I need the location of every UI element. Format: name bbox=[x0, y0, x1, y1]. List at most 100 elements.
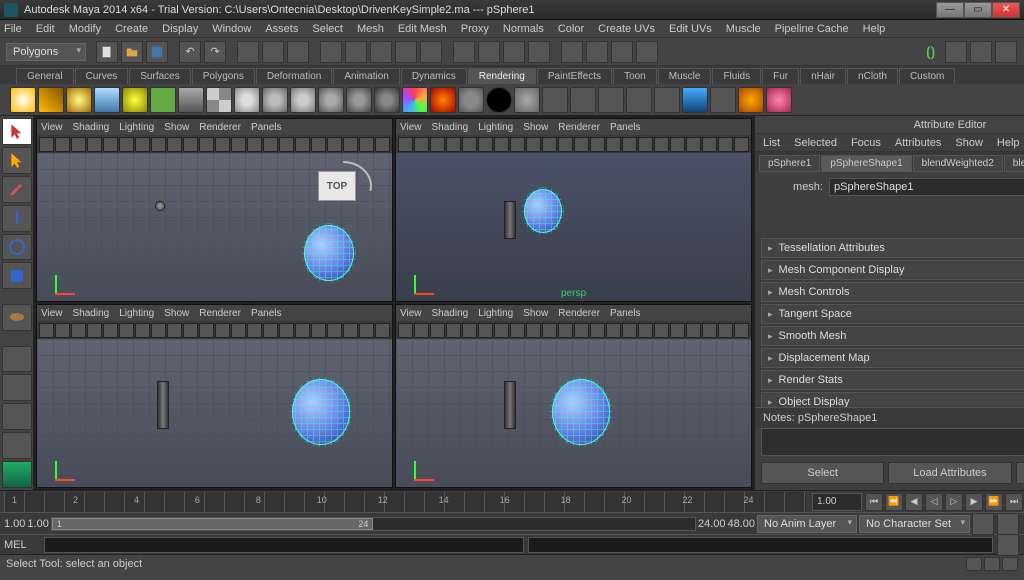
shelf-tab-nhair[interactable]: nHair bbox=[800, 68, 846, 84]
sphere-preview-3-icon[interactable] bbox=[290, 87, 316, 113]
vp-tool-icon[interactable] bbox=[167, 323, 182, 338]
vp-tool-icon[interactable] bbox=[638, 323, 653, 338]
vp-tool-icon[interactable] bbox=[151, 323, 166, 338]
menu-edit-uvs[interactable]: Edit UVs bbox=[669, 23, 712, 35]
maximize-button[interactable]: ▭ bbox=[964, 2, 992, 18]
vp-tool-icon[interactable] bbox=[247, 137, 262, 152]
sphere-preview-4-icon[interactable] bbox=[318, 87, 344, 113]
vp-menu-renderer[interactable]: Renderer bbox=[199, 122, 241, 133]
range-slider[interactable]: 124 bbox=[51, 517, 696, 531]
paint-select-tool[interactable] bbox=[2, 176, 32, 203]
vp-tool-icon[interactable] bbox=[103, 323, 118, 338]
menu-muscle[interactable]: Muscle bbox=[726, 23, 761, 35]
vp-tool-icon[interactable] bbox=[375, 323, 390, 338]
sidebar-toggle-1-icon[interactable] bbox=[945, 41, 967, 63]
ipr-icon[interactable] bbox=[503, 41, 525, 63]
shelf-tab-surfaces[interactable]: Surfaces bbox=[129, 68, 190, 84]
rewind-start-icon[interactable]: ⏮ bbox=[865, 493, 883, 511]
status-icon-1[interactable] bbox=[966, 557, 982, 571]
render-settings-icon[interactable] bbox=[528, 41, 550, 63]
new-scene-icon[interactable] bbox=[96, 41, 118, 63]
shader-icon[interactable] bbox=[178, 87, 204, 113]
snap-curve-icon[interactable] bbox=[345, 41, 367, 63]
vp-tool-icon[interactable] bbox=[263, 137, 278, 152]
vp-tool-icon[interactable] bbox=[574, 323, 589, 338]
vp-tool-icon[interactable] bbox=[103, 137, 118, 152]
range-playback-start-input[interactable]: 1.00 bbox=[27, 518, 48, 530]
ae-section-smooth-mesh[interactable]: Smooth Mesh bbox=[761, 326, 1024, 346]
vp-menu-show[interactable]: Show bbox=[523, 308, 548, 319]
ae-menu-attributes[interactable]: Attributes bbox=[895, 137, 941, 149]
vp-tool-icon[interactable] bbox=[446, 323, 461, 338]
vp-tool-icon[interactable] bbox=[279, 323, 294, 338]
viewport-top[interactable]: ViewShadingLightingShowRendererPanels TO… bbox=[36, 118, 393, 302]
vp-tool-icon[interactable] bbox=[359, 137, 374, 152]
move-tool[interactable] bbox=[2, 205, 32, 232]
vp-tool-icon[interactable] bbox=[590, 137, 605, 152]
vp-menu-renderer[interactable]: Renderer bbox=[199, 308, 241, 319]
select-obj-icon[interactable] bbox=[262, 41, 284, 63]
sphere-preview-6-icon[interactable] bbox=[374, 87, 400, 113]
collapse-left-icon[interactable]: ⟮⟯ bbox=[926, 44, 935, 60]
vp-tool-icon[interactable] bbox=[734, 323, 749, 338]
vp-tool-icon[interactable] bbox=[39, 323, 54, 338]
layout-single-icon[interactable] bbox=[2, 346, 32, 373]
menu-select[interactable]: Select bbox=[312, 23, 343, 35]
vp-tool-icon[interactable] bbox=[327, 137, 342, 152]
vp-tool-icon[interactable] bbox=[494, 323, 509, 338]
shelf-tab-deformation[interactable]: Deformation bbox=[256, 68, 332, 84]
vp-tool-icon[interactable] bbox=[375, 137, 390, 152]
fire-icon[interactable] bbox=[430, 87, 456, 113]
menu-mesh[interactable]: Mesh bbox=[357, 23, 384, 35]
vp-tool-icon[interactable] bbox=[199, 323, 214, 338]
ae-menu-focus[interactable]: Focus bbox=[851, 137, 881, 149]
sidebar-toggle-3-icon[interactable] bbox=[995, 41, 1017, 63]
select-hier-icon[interactable] bbox=[237, 41, 259, 63]
ramp-icon[interactable] bbox=[402, 87, 428, 113]
current-frame-input[interactable]: 1.00 bbox=[812, 493, 862, 511]
notes-area[interactable] bbox=[761, 428, 1024, 456]
vp-tool-icon[interactable] bbox=[151, 137, 166, 152]
render-globals-icon[interactable] bbox=[654, 87, 680, 113]
light-volume-icon[interactable] bbox=[122, 87, 148, 113]
render-icon[interactable] bbox=[478, 41, 500, 63]
vp-tool-icon[interactable] bbox=[135, 323, 150, 338]
close-button[interactable]: ✕ bbox=[992, 2, 1020, 18]
vp-tool-icon[interactable] bbox=[183, 137, 198, 152]
anim-layer-dropdown[interactable]: No Anim Layer bbox=[757, 515, 857, 533]
status-icon-2[interactable] bbox=[984, 557, 1000, 571]
vp-tool-icon[interactable] bbox=[295, 137, 310, 152]
shelf-tab-fluids[interactable]: Fluids bbox=[712, 68, 761, 84]
vp-tool-icon[interactable] bbox=[558, 137, 573, 152]
vp-tool-icon[interactable] bbox=[87, 323, 102, 338]
viewport-side[interactable]: ViewShadingLightingShowRendererPanels bbox=[395, 304, 752, 488]
shelf-tab-animation[interactable]: Animation bbox=[333, 68, 399, 84]
vp-tool-icon[interactable] bbox=[542, 323, 557, 338]
vp-menu-shading[interactable]: Shading bbox=[432, 308, 469, 319]
mode-dropdown[interactable]: Polygons bbox=[6, 43, 86, 61]
vp-menu-renderer[interactable]: Renderer bbox=[558, 308, 600, 319]
vp-tool-icon[interactable] bbox=[462, 323, 477, 338]
vp-tool-icon[interactable] bbox=[558, 323, 573, 338]
step-forward-key-icon[interactable]: ⏩ bbox=[985, 493, 1003, 511]
checker-icon[interactable] bbox=[206, 87, 232, 113]
shelf-tab-dynamics[interactable]: Dynamics bbox=[401, 68, 467, 84]
menu-create[interactable]: Create bbox=[115, 23, 148, 35]
ae-section-tessellation-attributes[interactable]: Tessellation Attributes bbox=[761, 238, 1024, 258]
range-start-input[interactable]: 1.00 bbox=[4, 518, 25, 530]
open-scene-icon[interactable] bbox=[121, 41, 143, 63]
vp-tool-icon[interactable] bbox=[71, 323, 86, 338]
ae-menu-help[interactable]: Help bbox=[997, 137, 1020, 149]
vp-menu-show[interactable]: Show bbox=[164, 308, 189, 319]
gray-sphere-icon[interactable] bbox=[458, 87, 484, 113]
play-forward-icon[interactable]: ▷ bbox=[945, 493, 963, 511]
vp-menu-shading[interactable]: Shading bbox=[73, 122, 110, 133]
vp-menu-panels[interactable]: Panels bbox=[251, 122, 282, 133]
menu-edit-mesh[interactable]: Edit Mesh bbox=[398, 23, 447, 35]
vp-menu-view[interactable]: View bbox=[41, 122, 63, 133]
range-playback-end-input[interactable]: 24.00 bbox=[698, 518, 726, 530]
vp-tool-icon[interactable] bbox=[359, 323, 374, 338]
vp-tool-icon[interactable] bbox=[247, 323, 262, 338]
vp-tool-icon[interactable] bbox=[327, 323, 342, 338]
layout-four-icon[interactable] bbox=[2, 374, 32, 401]
